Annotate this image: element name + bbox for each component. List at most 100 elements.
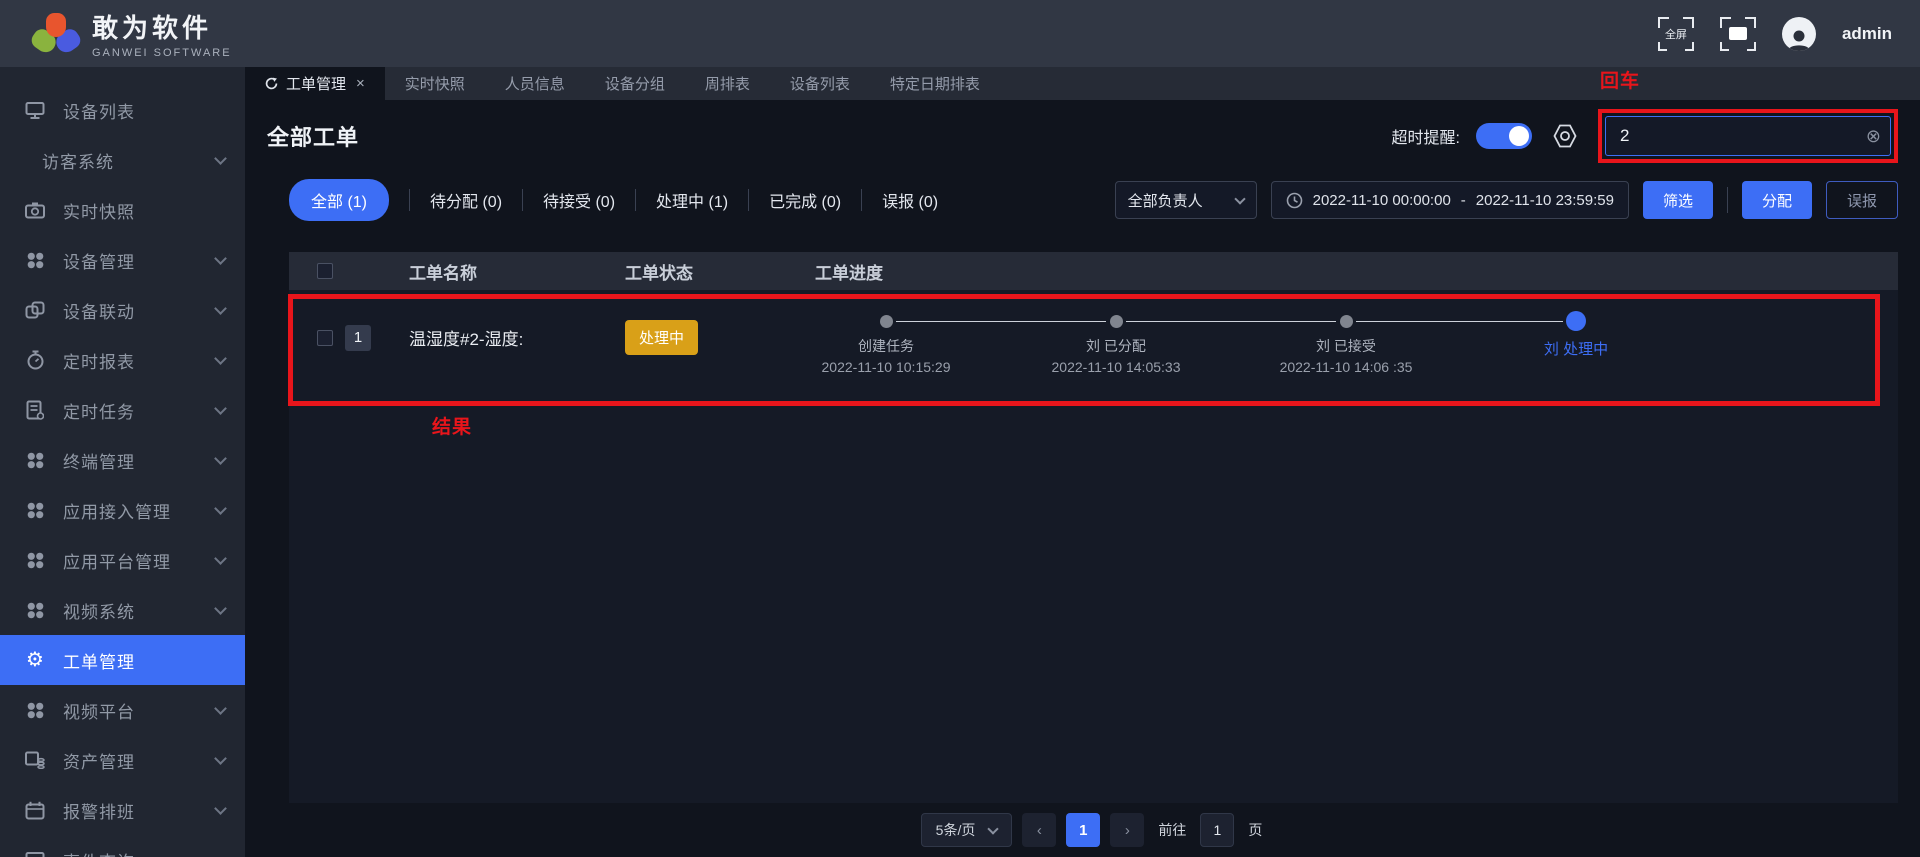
filter-button[interactable]: 筛选 <box>1643 181 1713 219</box>
sidebar-item-label: 报警排班 <box>63 798 216 823</box>
filter-tab-all[interactable]: 全部 (1) <box>289 179 389 221</box>
filter-tab-processing[interactable]: 处理中 (1) <box>650 188 734 212</box>
chevron-down-icon <box>214 402 227 415</box>
settings-hexagon-icon[interactable] <box>1552 123 1578 149</box>
timeline-step-time: 2022-11-10 14:05:33 <box>1052 359 1181 375</box>
sidebar-item-label: 实时快照 <box>63 198 225 223</box>
tab-device-group[interactable]: 设备分组 <box>585 67 685 100</box>
sidebar-item-device-list[interactable]: 设备列表 <box>0 85 245 135</box>
chevron-down-icon <box>214 152 227 165</box>
chevron-down-icon <box>214 802 227 815</box>
clear-icon[interactable]: ⊗ <box>1866 126 1881 146</box>
filter-tab-pending-accept[interactable]: 待接受 (0) <box>537 188 621 212</box>
sidebar-item-scheduled-report[interactable]: 定时报表 <box>0 335 245 385</box>
user-avatar[interactable] <box>1782 17 1816 51</box>
sidebar-item-label: 定时任务 <box>63 398 216 423</box>
sidebar-item-video-system[interactable]: 视频系统 <box>0 585 245 635</box>
link-icon <box>24 299 46 321</box>
sidebar-item-terminal-mgmt[interactable]: 终端管理 <box>0 435 245 485</box>
tab-label: 周排表 <box>705 73 750 94</box>
chevron-down-icon <box>214 702 227 715</box>
timeline-dot <box>880 315 893 328</box>
overtime-toggle[interactable] <box>1476 123 1532 149</box>
owner-select[interactable]: 全部负责人 <box>1115 181 1257 219</box>
column-header-progress: 工单进度 <box>759 259 1898 284</box>
chevron-down-icon <box>1234 193 1245 204</box>
tab-special-date-schedule[interactable]: 特定日期排表 <box>870 67 1000 100</box>
sidebar-item-label: 应用接入管理 <box>63 498 216 523</box>
sidebar-item-snapshot[interactable]: 实时快照 <box>0 185 245 235</box>
sidebar-item-device-mgmt[interactable]: 设备管理 <box>0 235 245 285</box>
sidebar-item-visitor-system[interactable]: 访客系统 <box>0 135 245 185</box>
filter-tab-false-alarm[interactable]: 误报 (0) <box>876 188 944 212</box>
filter-tab-unassigned[interactable]: 待分配 (0) <box>424 188 508 212</box>
grid-icon <box>24 599 46 621</box>
search-input[interactable] <box>1605 116 1891 156</box>
chevron-down-icon <box>214 352 227 365</box>
task-icon <box>24 399 46 421</box>
app-body: 设备列表 访客系统 实时快照 设备管理 <box>0 67 1920 857</box>
title-row: 全部工单 超时提醒: ⊗ <box>267 100 1898 172</box>
sidebar-item-label: 视频系统 <box>63 598 216 623</box>
select-all-checkbox[interactable] <box>317 263 333 279</box>
sidebar-item-app-platform-mgmt[interactable]: 应用平台管理 <box>0 535 245 585</box>
sidebar-item-device-linkage[interactable]: 设备联动 <box>0 285 245 335</box>
person-icon <box>1786 27 1812 51</box>
fullscreen-icon[interactable]: 全屏 <box>1658 17 1694 51</box>
sidebar-item-asset-mgmt[interactable]: 资产管理 <box>0 735 245 785</box>
timeline-step-label: 刘 已分配 <box>1086 336 1146 356</box>
grid-icon <box>24 449 46 471</box>
sidebar-item-label: 资产管理 <box>63 748 216 773</box>
prev-page-button[interactable]: ‹ <box>1022 813 1056 847</box>
date-separator: - <box>1461 192 1466 209</box>
page-size-select[interactable]: 5条/页 <box>921 813 1013 847</box>
timer-icon <box>24 349 46 371</box>
assign-button[interactable]: 分配 <box>1742 181 1812 219</box>
goto-page-input[interactable] <box>1200 813 1234 847</box>
next-page-button[interactable]: › <box>1110 813 1144 847</box>
tab-snapshot[interactable]: 实时快照 <box>385 67 485 100</box>
table-row[interactable]: 1 温湿度#2-湿度: 处理中 创建任务 2022-11-10 10:15:29 <box>289 300 1898 374</box>
sidebar-item-label: 设备管理 <box>63 248 216 273</box>
username[interactable]: admin <box>1842 24 1892 44</box>
tab-device-list[interactable]: 设备列表 <box>770 67 870 100</box>
timeline-step-time: 2022-11-10 14:06 :35 <box>1280 359 1413 375</box>
status-badge: 处理中 <box>625 320 698 355</box>
annotation-enter-hint: 回车 <box>1600 66 1640 93</box>
timeline-dot <box>1110 315 1123 328</box>
false-alarm-button[interactable]: 误报 <box>1826 181 1898 219</box>
grid-icon <box>24 549 46 571</box>
sidebar-item-label: 应用平台管理 <box>63 548 216 573</box>
row-checkbox[interactable] <box>317 330 333 346</box>
sidebar-item-work-order-mgmt[interactable]: ⚙ 工单管理 <box>0 635 245 685</box>
refresh-icon[interactable] <box>265 77 278 90</box>
tab-label: 工单管理 <box>286 73 346 94</box>
toolbar-right: 全部负责人 2022-11-10 00:00:00 - 2022-11-10 2… <box>1115 181 1898 219</box>
logo: 敢为软件 GANWEI SOFTWARE <box>34 8 232 59</box>
screenshot-icon[interactable] <box>1720 17 1756 51</box>
tab-label: 设备列表 <box>790 73 850 94</box>
tab-work-order-mgmt[interactable]: 工单管理 × <box>245 67 385 100</box>
timeline-step-created: 创建任务 2022-11-10 10:15:29 <box>771 300 1001 375</box>
close-icon[interactable]: × <box>356 75 365 92</box>
filter-tab-completed[interactable]: 已完成 (0) <box>763 188 847 212</box>
tab-week-schedule[interactable]: 周排表 <box>685 67 770 100</box>
chevron-down-icon <box>214 302 227 315</box>
title-right-controls: 超时提醒: ⊗ <box>1392 109 1898 163</box>
sidebar-item-app-access-mgmt[interactable]: 应用接入管理 <box>0 485 245 535</box>
sidebar-item-video-platform[interactable]: 视频平台 <box>0 685 245 735</box>
sidebar-item-label: 工单管理 <box>63 648 225 673</box>
date-range-picker[interactable]: 2022-11-10 00:00:00 - 2022-11-10 23:59:5… <box>1271 181 1629 219</box>
row-index-badge: 1 <box>345 325 371 351</box>
sidebar-item-scheduled-task[interactable]: 定时任务 <box>0 385 245 435</box>
annotation-box-search: ⊗ <box>1598 109 1898 163</box>
main-content: 全部工单 超时提醒: ⊗ <box>245 100 1920 857</box>
tab-personnel-info[interactable]: 人员信息 <box>485 67 585 100</box>
sidebar-item-alarm-schedule[interactable]: 报警排班 <box>0 785 245 835</box>
sidebar-item-label: 视频平台 <box>63 698 216 723</box>
divider <box>1727 187 1728 213</box>
sidebar-item-event-query[interactable]: 事件查询 <box>0 835 245 857</box>
page-button-1[interactable]: 1 <box>1066 813 1100 847</box>
divider <box>861 189 862 211</box>
assets-icon <box>24 749 46 771</box>
